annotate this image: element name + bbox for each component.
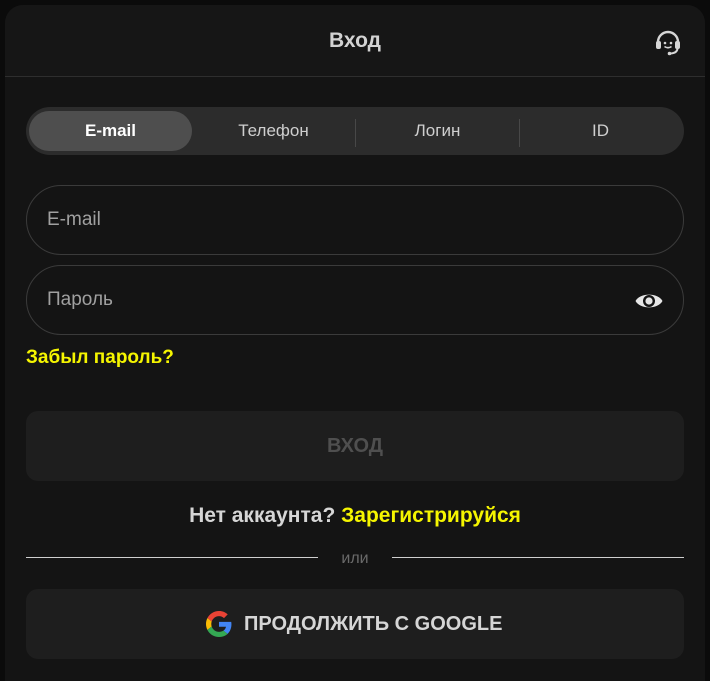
divider-line-right — [392, 557, 684, 558]
modal-title: Вход — [329, 29, 381, 52]
show-password-button[interactable] — [634, 287, 664, 315]
forgot-password-link[interactable]: Забыл пароль? — [26, 346, 174, 370]
register-link[interactable]: Зарегистрируйся — [341, 504, 521, 527]
login-modal: Вход E-mail Телефон Логин ID E-mail Забы… — [5, 5, 705, 681]
password-field — [26, 265, 684, 335]
tab-id[interactable]: ID — [520, 111, 681, 151]
register-prompt-text: Нет аккаунта? — [189, 504, 336, 527]
login-method-tabs: E-mail Телефон Логин ID — [26, 107, 684, 155]
password-input[interactable] — [47, 266, 607, 334]
email-input[interactable] — [47, 186, 607, 254]
google-logo-icon — [206, 611, 232, 637]
headset-support-icon — [656, 30, 680, 56]
divider-label: или — [341, 550, 369, 567]
tab-login[interactable]: Логин — [356, 111, 519, 151]
google-login-button[interactable]: ПРОДОЛЖИТЬ С GOOGLE — [26, 589, 684, 659]
divider-line-left — [26, 557, 318, 558]
modal-header: Вход — [5, 5, 705, 77]
tab-email[interactable]: E-mail — [29, 111, 192, 151]
eye-icon — [635, 294, 663, 308]
login-submit-button[interactable]: ВХОД — [26, 411, 684, 481]
email-field — [26, 185, 684, 255]
tab-phone[interactable]: Телефон — [192, 111, 355, 151]
google-login-label: ПРОДОЛЖИТЬ С GOOGLE — [244, 613, 503, 635]
support-button[interactable] — [653, 27, 683, 57]
register-prompt-line: Нет аккаунта? Зарегистрируйся — [5, 502, 705, 530]
